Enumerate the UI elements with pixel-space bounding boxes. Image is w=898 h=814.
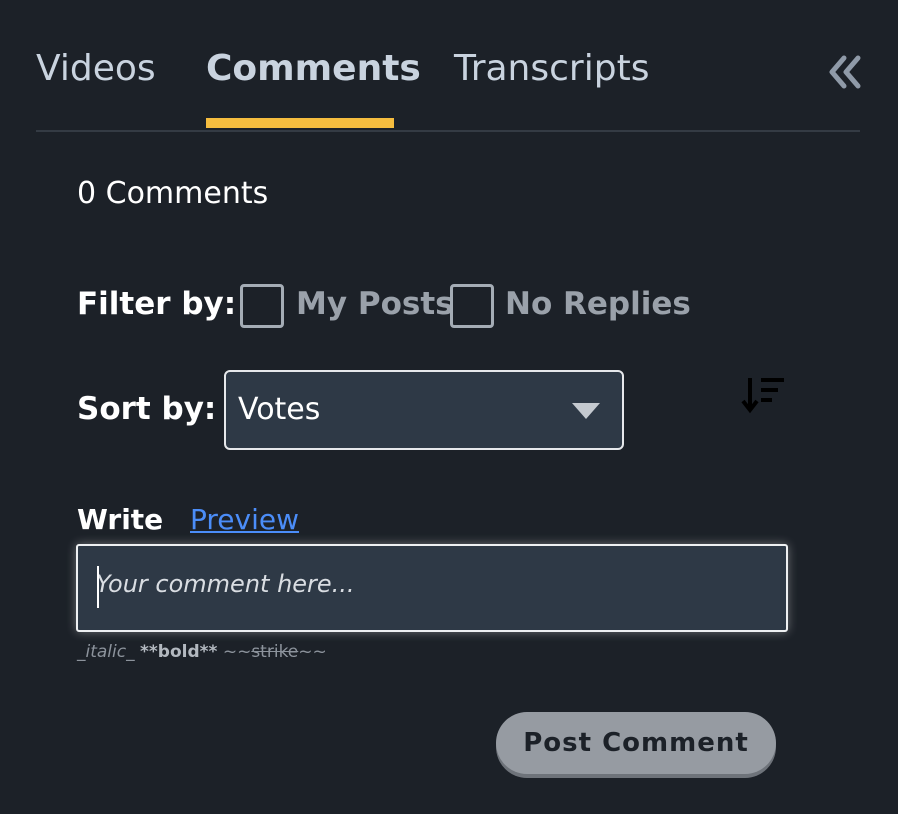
- filter-label: Filter by:: [77, 286, 237, 322]
- comment-box: [76, 544, 788, 632]
- active-tab-indicator: [206, 118, 394, 128]
- hint-strike-close: ~~: [298, 642, 327, 662]
- hint-strike: ~~strike~~: [223, 642, 327, 662]
- text-caret: [97, 566, 99, 608]
- hint-strike-word: strike: [251, 642, 299, 662]
- post-comment-button[interactable]: Post Comment: [496, 712, 776, 774]
- tab-comments[interactable]: Comments: [206, 44, 421, 94]
- sort-label: Sort by:: [77, 391, 217, 427]
- no-replies-checkbox[interactable]: [450, 284, 494, 328]
- preview-tab[interactable]: Preview: [190, 503, 299, 536]
- comment-count: 0 Comments: [77, 176, 269, 211]
- sort-direction-button[interactable]: [740, 374, 788, 416]
- tab-videos[interactable]: Videos: [36, 44, 156, 94]
- comments-panel: Videos Comments Transcripts 0 Comments F…: [0, 0, 898, 814]
- sort-selected-value: Votes: [238, 392, 321, 427]
- double-chevron-left-icon: [829, 55, 861, 89]
- my-posts-checkbox[interactable]: [240, 284, 284, 328]
- tab-bar: Videos Comments Transcripts: [36, 0, 860, 132]
- collapse-panel-button[interactable]: [828, 54, 862, 90]
- write-tab[interactable]: Write: [77, 503, 163, 536]
- no-replies-label[interactable]: No Replies: [505, 286, 691, 322]
- hint-strike-open: ~~: [222, 642, 252, 662]
- caret-down-icon: [572, 403, 600, 419]
- sort-descending-icon: [741, 378, 784, 414]
- comment-input[interactable]: [96, 564, 766, 614]
- tab-transcripts[interactable]: Transcripts: [454, 44, 649, 94]
- hint-bold: **bold**: [140, 642, 218, 662]
- my-posts-label[interactable]: My Posts: [296, 286, 454, 322]
- hint-italic: _italic_: [77, 642, 135, 662]
- formatting-hint: _italic_ **bold** ~~strike~~: [77, 642, 327, 662]
- sort-select[interactable]: Votes: [224, 370, 624, 450]
